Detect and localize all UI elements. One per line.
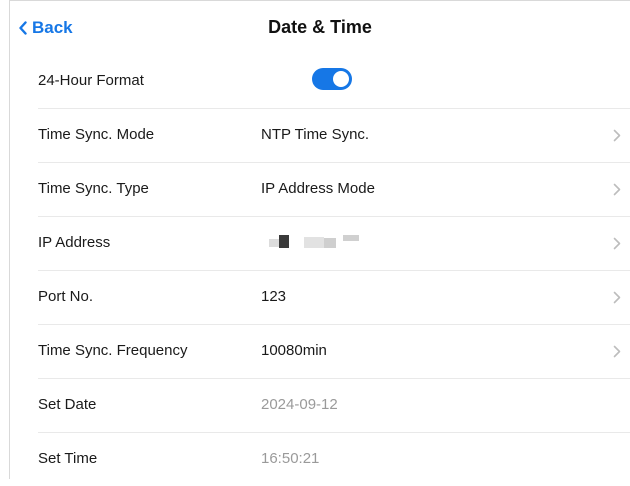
row-label: Port No.	[38, 288, 94, 305]
row-value: 2024-09-12	[261, 396, 338, 413]
row-value: 16:50:21	[261, 450, 320, 467]
redacted-ip-value	[261, 235, 371, 249]
row-port-no[interactable]: Port No. 123	[38, 271, 630, 325]
24-hour-format-toggle[interactable]	[312, 68, 352, 90]
toggle-knob	[333, 71, 349, 87]
row-label: Time Sync. Frequency	[38, 342, 188, 359]
row-label: Set Time	[38, 450, 98, 467]
row-time-sync-type[interactable]: Time Sync. Type IP Address Mode	[38, 163, 630, 217]
page-title: Date & Time	[268, 17, 372, 37]
row-value: IP Address Mode	[261, 180, 375, 197]
row-ip-address[interactable]: IP Address	[38, 217, 630, 271]
row-time-sync-frequency[interactable]: Time Sync. Frequency 10080min	[38, 325, 630, 379]
row-set-date[interactable]: Set Date 2024-09-12	[38, 379, 630, 433]
row-label: 24-Hour Format	[38, 72, 144, 89]
row-label: Time Sync. Type	[38, 180, 149, 197]
date-time-screen: Back Date & Time 24-Hour Format Time Syn…	[9, 0, 630, 479]
row-value: 10080min	[261, 342, 327, 359]
row-24-hour-format: 24-Hour Format	[38, 55, 630, 109]
row-label: Time Sync. Mode	[38, 126, 155, 143]
row-value: NTP Time Sync.	[261, 126, 370, 143]
row-value: 123	[261, 288, 287, 305]
chevron-right-icon	[613, 183, 621, 196]
chevron-right-icon	[613, 345, 621, 358]
header: Back Date & Time	[10, 1, 630, 55]
chevron-right-icon	[613, 291, 621, 304]
row-time-sync-mode[interactable]: Time Sync. Mode NTP Time Sync.	[38, 109, 630, 163]
row-label: Set Date	[38, 396, 97, 413]
row-label: IP Address	[38, 234, 111, 251]
row-set-time[interactable]: Set Time 16:50:21	[38, 433, 630, 486]
chevron-right-icon	[613, 237, 621, 250]
chevron-right-icon	[613, 129, 621, 142]
